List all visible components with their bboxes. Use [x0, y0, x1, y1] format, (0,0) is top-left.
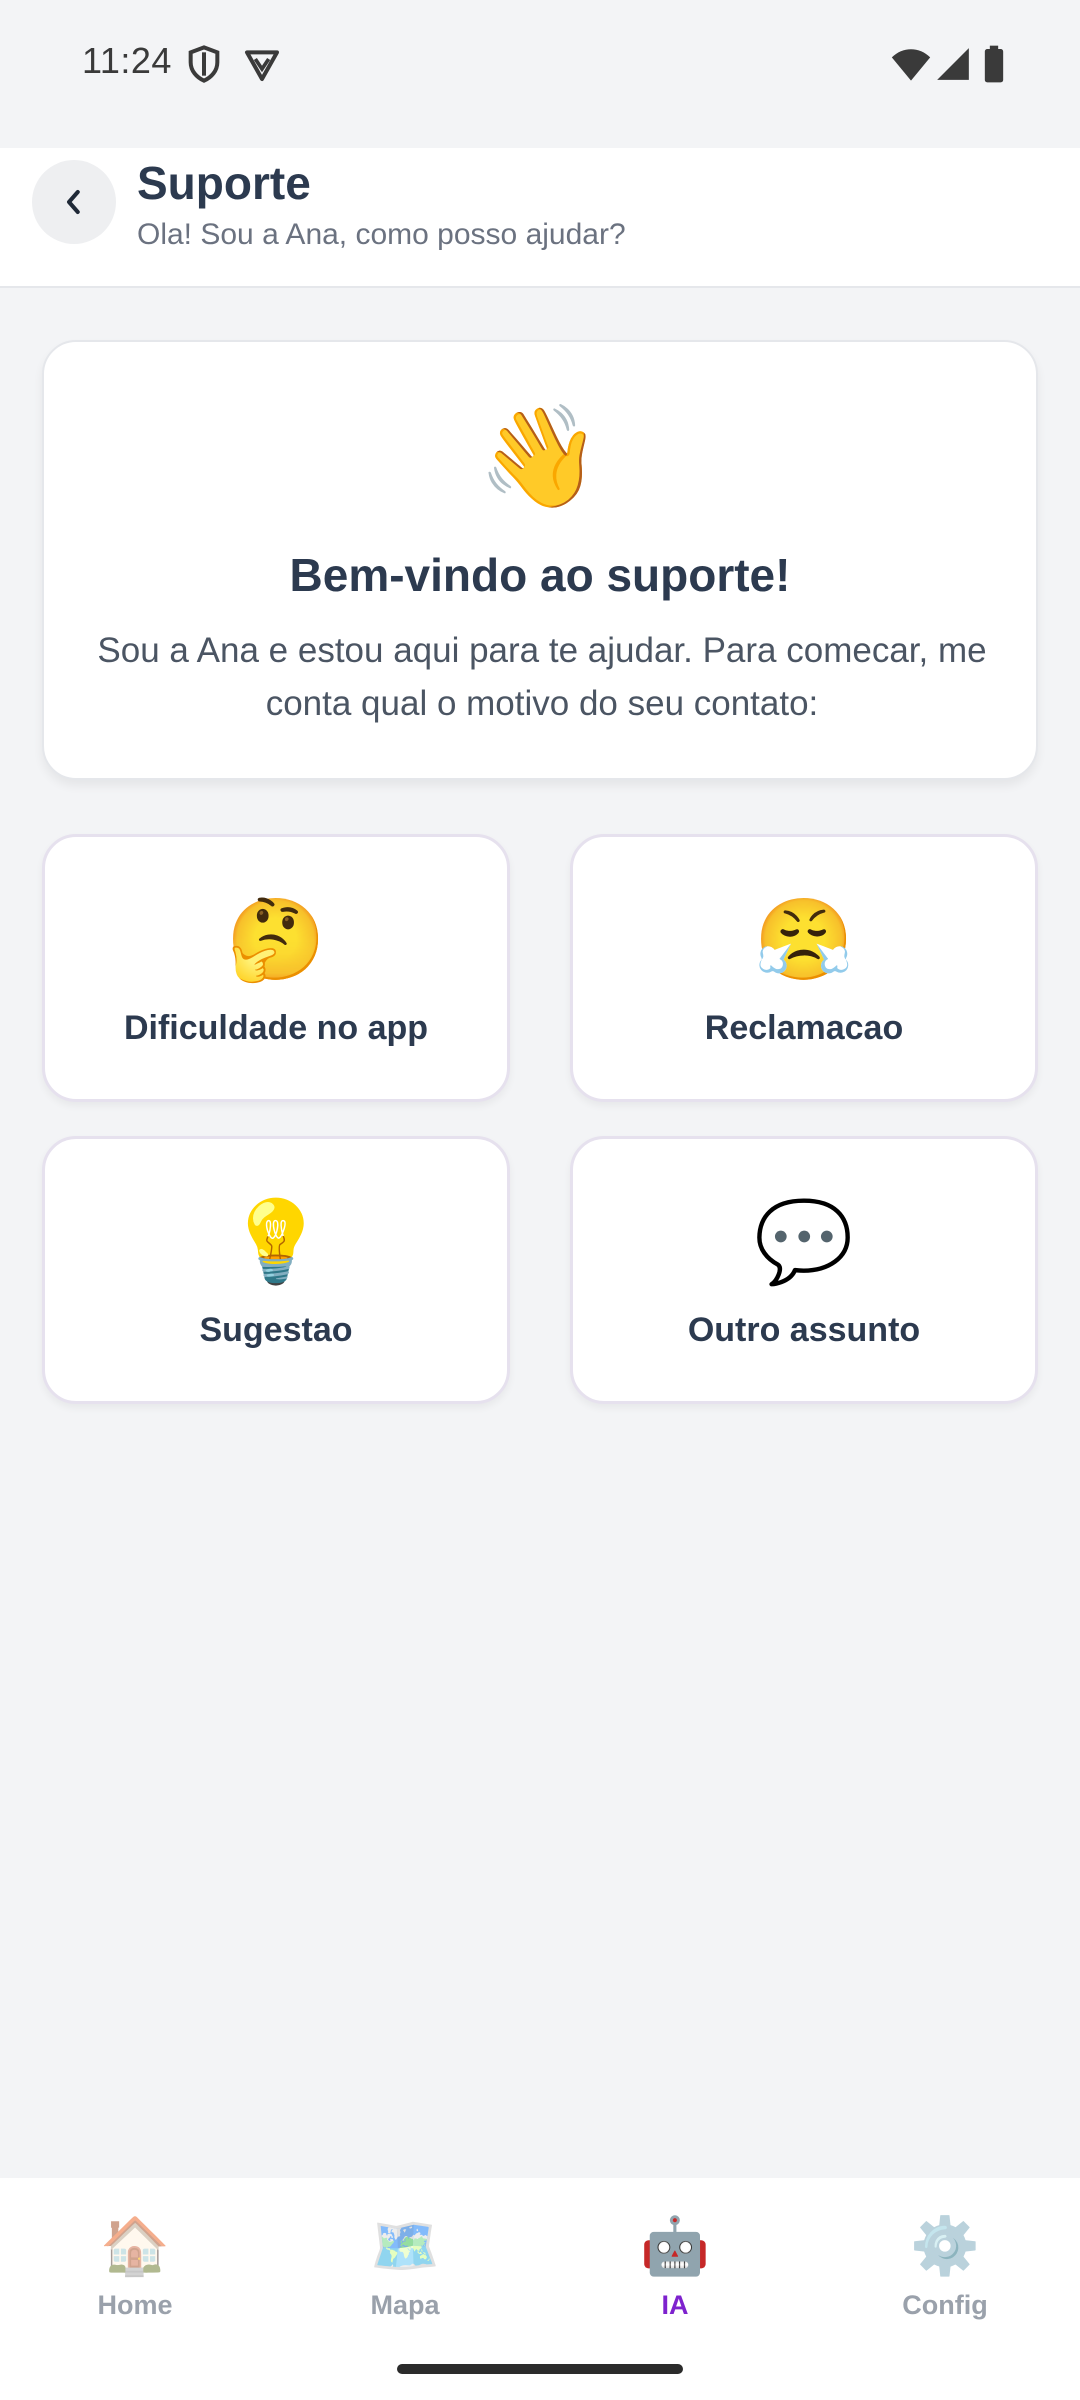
thinking-face-icon: 🤔 [226, 895, 326, 984]
header: Suporte Ola! Sou a Ana, como posso ajuda… [0, 148, 1080, 288]
welcome-card: 👋 Bem-vindo ao suporte! Sou a Ana e esto… [42, 340, 1038, 780]
nav-label: Home [97, 2290, 173, 2320]
battery-icon [984, 45, 1004, 83]
nav-label: Mapa [370, 2290, 440, 2320]
option-label: Sugestao [199, 1311, 353, 1349]
option-sugestao-button[interactable]: 💡 Sugestao [42, 1136, 510, 1404]
nav-label: Config [902, 2290, 988, 2320]
map-icon: 🗺️ [370, 2214, 440, 2277]
status-time: 11:24 [82, 40, 172, 81]
gear-icon: ⚙️ [910, 2214, 980, 2277]
nav-item-mapa[interactable]: 🗺️ Mapa [270, 2178, 540, 2358]
shield-icon [188, 45, 220, 83]
welcome-text: Sou a Ana e estou aqui para te ajudar. P… [97, 631, 987, 723]
angry-face-icon: 😤 [754, 895, 854, 984]
nav-item-config[interactable]: ⚙️ Config [810, 2178, 1080, 2358]
option-label: Dificuldade no app [123, 1009, 429, 1047]
nav-item-home[interactable]: 🏠 Home [0, 2178, 270, 2358]
status-bar: 11:24 [0, 0, 1080, 148]
option-outro-assunto-button[interactable]: 💬 Outro assunto [570, 1136, 1038, 1404]
chevron-left-icon [67, 190, 80, 214]
option-dificuldade-button[interactable]: 🤔 Dificuldade no app [42, 834, 510, 1102]
option-reclamacao-button[interactable]: 😤 Reclamacao [570, 834, 1038, 1102]
option-label: Outro assunto [687, 1311, 921, 1349]
nav-label-active: IA [661, 2290, 689, 2320]
welcome-title: Bem-vindo ao suporte! [289, 549, 791, 601]
wifi-icon [891, 49, 931, 81]
back-button[interactable] [32, 160, 116, 244]
page-title: Suporte [137, 157, 311, 209]
house-icon: 🏠 [100, 2214, 170, 2277]
robot-icon: 🤖 [640, 2214, 710, 2277]
home-indicator[interactable] [397, 2364, 683, 2374]
waving-hand-icon: 👋 [477, 401, 603, 513]
speech-balloon-icon: 💬 [754, 1197, 854, 1286]
light-bulb-icon: 💡 [226, 1197, 326, 1286]
vpn-icon [245, 50, 279, 81]
option-label: Reclamacao [704, 1009, 904, 1047]
nav-item-ia[interactable]: 🤖 IA [540, 2178, 810, 2358]
signal-icon [937, 48, 969, 80]
page-subtitle: Ola! Sou a Ana, como posso ajudar? [137, 218, 626, 251]
